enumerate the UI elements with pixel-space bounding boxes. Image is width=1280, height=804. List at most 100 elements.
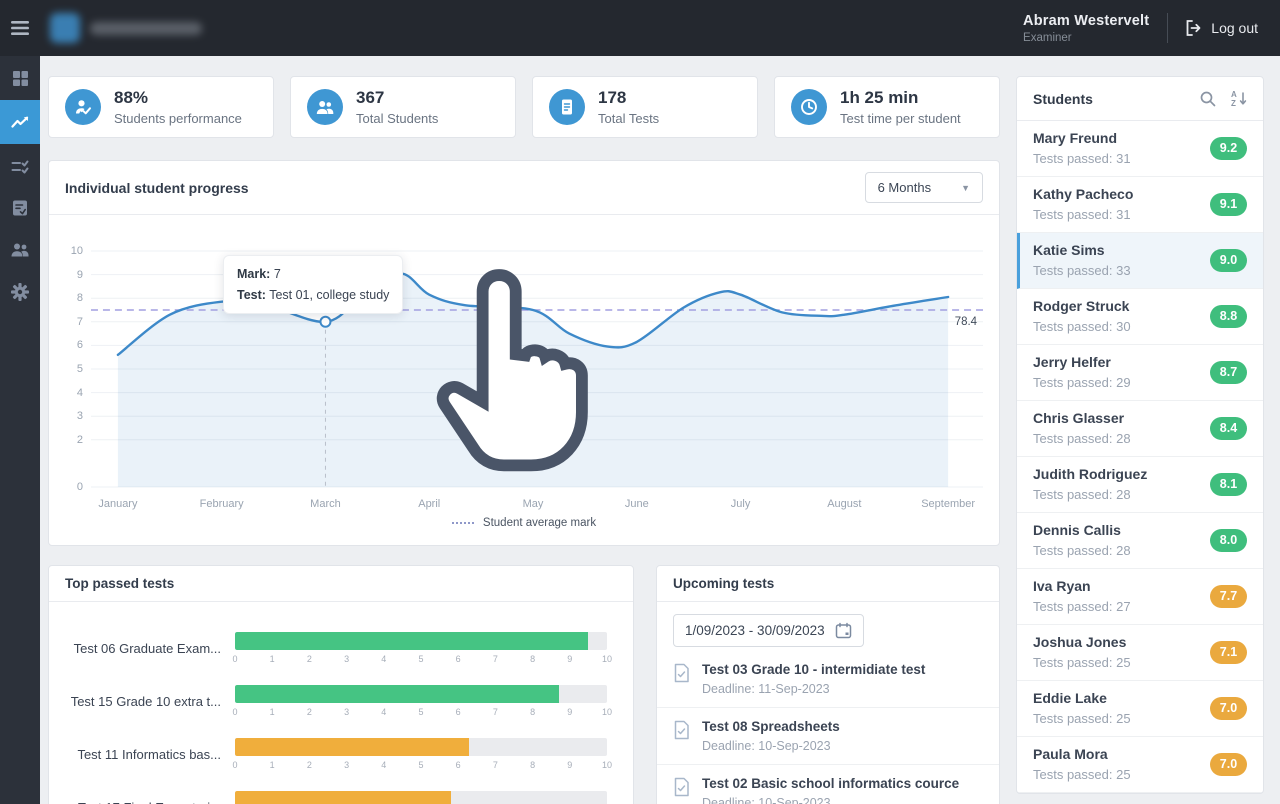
student-score-badge: 7.7 bbox=[1210, 585, 1247, 608]
student-tests-passed: Tests passed: 28 bbox=[1033, 543, 1131, 558]
y-tick-label: 2 bbox=[77, 434, 83, 446]
date-range-picker[interactable]: 1/09/2023 - 30/09/2023 bbox=[673, 614, 864, 647]
student-tests-passed: Tests passed: 31 bbox=[1033, 207, 1133, 222]
logout-label: Log out bbox=[1211, 20, 1258, 36]
report-card-icon bbox=[11, 199, 29, 217]
student-tests-passed: Tests passed: 31 bbox=[1033, 151, 1131, 166]
stat-card-total-students: 367 Total Students bbox=[290, 76, 516, 138]
app-logo bbox=[50, 13, 202, 43]
sort-az-icon[interactable]: A Z bbox=[1231, 90, 1247, 107]
test-document-icon bbox=[673, 663, 690, 683]
student-row[interactable]: Katie SimsTests passed: 339.0 bbox=[1017, 233, 1263, 289]
x-tick-label: February bbox=[200, 498, 244, 510]
test-bar-axis: 012345678910 bbox=[235, 654, 607, 669]
menu-toggle-button[interactable] bbox=[0, 0, 40, 56]
checklist-icon bbox=[11, 158, 29, 175]
test-bar bbox=[235, 685, 607, 703]
legend-dash-swatch bbox=[452, 522, 474, 524]
period-select[interactable]: 6 Months ▼ bbox=[865, 172, 983, 203]
student-name: Paula Mora bbox=[1033, 746, 1131, 762]
search-icon[interactable] bbox=[1200, 91, 1216, 107]
student-score-badge: 8.0 bbox=[1210, 529, 1247, 552]
gear-icon bbox=[11, 283, 29, 301]
student-name: Judith Rodriguez bbox=[1033, 466, 1147, 482]
app-logo-mark bbox=[50, 13, 80, 43]
period-select-value: 6 Months bbox=[878, 180, 931, 195]
chevron-down-icon: ▼ bbox=[961, 183, 970, 193]
sidebar-item-dashboard[interactable] bbox=[0, 58, 40, 98]
svg-text:A: A bbox=[1231, 90, 1237, 99]
x-axis: JanuaryFebruaryMarchAprilMayJuneJulyAugu… bbox=[91, 489, 983, 515]
y-tick-label: 4 bbox=[77, 387, 83, 399]
sidebar-item-settings[interactable] bbox=[0, 272, 40, 312]
student-score-badge: 8.1 bbox=[1210, 473, 1247, 496]
student-row[interactable]: Rodger StruckTests passed: 308.8 bbox=[1017, 289, 1263, 345]
user-name: Abram Westervelt bbox=[1023, 13, 1149, 29]
upcoming-test-item[interactable]: Test 02 Basic school informatics cource D… bbox=[657, 764, 999, 804]
upcoming-test-deadline: Deadline: 11-Sep-2023 bbox=[702, 682, 925, 696]
student-tests-passed: Tests passed: 28 bbox=[1033, 487, 1147, 502]
user-info: Abram Westervelt Examiner bbox=[1023, 13, 1167, 44]
y-tick-label: 6 bbox=[77, 339, 83, 351]
student-row[interactable]: Chris GlasserTests passed: 288.4 bbox=[1017, 401, 1263, 457]
student-row[interactable]: Eddie LakeTests passed: 257.0 bbox=[1017, 681, 1263, 737]
x-tick-label: April bbox=[418, 498, 440, 510]
stat-label: Total Students bbox=[356, 111, 438, 126]
sidebar-item-tests[interactable] bbox=[0, 146, 40, 186]
upcoming-test-item[interactable]: Test 08 SpreadsheetsDeadline: 10-Sep-202… bbox=[657, 707, 999, 764]
test-bar-label: Test 17 Final Exam trai... bbox=[49, 800, 235, 804]
test-bar-row: Test 15 Grade 10 extra t...012345678910 bbox=[49, 685, 617, 722]
student-row[interactable]: Iva RyanTests passed: 277.7 bbox=[1017, 569, 1263, 625]
student-tests-passed: Tests passed: 25 bbox=[1033, 711, 1131, 726]
stat-label: Test time per student bbox=[840, 111, 961, 126]
svg-text:Z: Z bbox=[1231, 99, 1236, 107]
student-name: Joshua Jones bbox=[1033, 634, 1131, 650]
student-row[interactable]: Jerry HelferTests passed: 298.7 bbox=[1017, 345, 1263, 401]
student-row[interactable]: Mary FreundTests passed: 319.2 bbox=[1017, 121, 1263, 177]
top-passed-tests-title: Top passed tests bbox=[49, 566, 633, 602]
stat-value: 178 bbox=[598, 88, 659, 108]
stat-value: 1h 25 min bbox=[840, 88, 961, 108]
dashboard-icon bbox=[12, 70, 29, 87]
student-score-badge: 9.1 bbox=[1210, 193, 1247, 216]
total-students-icon bbox=[307, 89, 343, 125]
students-list: Mary FreundTests passed: 319.2Kathy Pach… bbox=[1017, 121, 1263, 793]
y-tick-label: 5 bbox=[77, 363, 83, 375]
sidebar-item-progress[interactable] bbox=[0, 100, 40, 144]
student-name: Mary Freund bbox=[1033, 130, 1131, 146]
test-document-icon bbox=[673, 720, 690, 740]
student-name: Kathy Pacheco bbox=[1033, 186, 1133, 202]
logout-button[interactable]: Log out bbox=[1168, 0, 1280, 56]
y-tick-label: 8 bbox=[77, 292, 83, 304]
test-bar-axis: 012345678910 bbox=[235, 760, 607, 775]
student-row[interactable]: Judith Rodriguez Tests passed: 28 8.1 bbox=[1017, 457, 1263, 513]
student-row[interactable]: Joshua JonesTests passed: 257.1 bbox=[1017, 625, 1263, 681]
stat-card-total-tests: 178 Total Tests bbox=[532, 76, 758, 138]
student-score-badge: 8.4 bbox=[1210, 417, 1247, 440]
sidebar-item-results[interactable] bbox=[0, 188, 40, 228]
student-score-badge: 7.0 bbox=[1210, 753, 1247, 776]
sidebar-item-students[interactable] bbox=[0, 230, 40, 270]
student-row[interactable]: Kathy Pacheco Tests passed: 31 9.1 bbox=[1017, 177, 1263, 233]
upcoming-test-deadline: Deadline: 10-Sep-2023 bbox=[702, 796, 959, 804]
test-bar-row: Test 17 Final Exam trai...012345678910 bbox=[49, 791, 617, 804]
upcoming-test-item[interactable]: Test 03 Grade 10 - intermidiate testDead… bbox=[657, 651, 999, 707]
progress-chart-card: Individual student progress 6 Months ▼ 1… bbox=[48, 160, 1000, 546]
chart-legend: Student average mark bbox=[65, 515, 983, 535]
student-tests-passed: Tests passed: 28 bbox=[1033, 431, 1131, 446]
test-bar-row: Test 06 Graduate Exam...012345678910 bbox=[49, 632, 617, 669]
student-tests-passed: Tests passed: 27 bbox=[1033, 599, 1131, 614]
student-performance-icon bbox=[65, 89, 101, 125]
hamburger-icon bbox=[10, 20, 30, 36]
test-bar bbox=[235, 791, 607, 804]
test-document-icon bbox=[673, 777, 690, 797]
upcoming-test-name: Test 02 Basic school informatics cource bbox=[702, 776, 959, 791]
calendar-icon bbox=[835, 622, 852, 639]
topbar: Abram Westervelt Examiner Log out bbox=[0, 0, 1280, 56]
student-row[interactable]: Paula MoraTests passed: 257.0 bbox=[1017, 737, 1263, 793]
test-bar bbox=[235, 738, 607, 756]
students-panel: Students A Z Mary FreundTests passed: 31… bbox=[1016, 76, 1264, 794]
progress-chart-title: Individual student progress bbox=[65, 180, 249, 196]
student-row[interactable]: Dennis CallisTests passed: 288.0 bbox=[1017, 513, 1263, 569]
student-tests-passed: Tests passed: 33 bbox=[1033, 263, 1131, 278]
